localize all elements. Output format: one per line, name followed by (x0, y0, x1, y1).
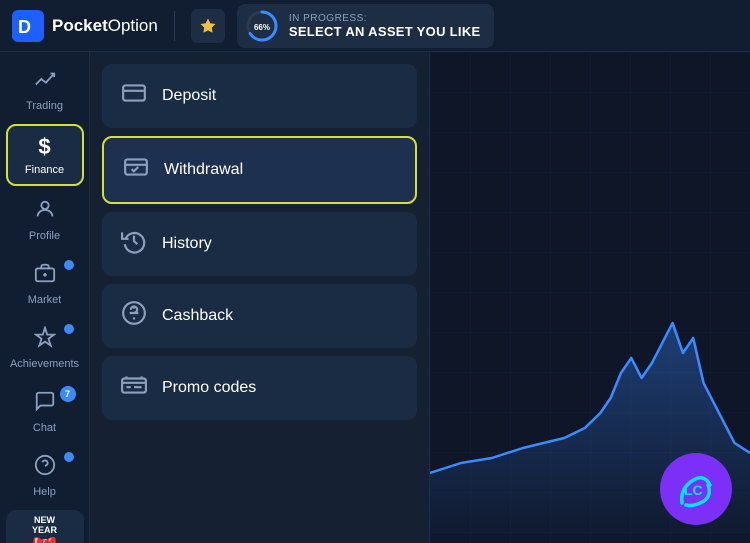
topbar-divider (174, 11, 175, 41)
chat-badge: 7 (60, 386, 76, 402)
submenu-item-promo-codes-label: Promo codes (162, 379, 256, 397)
submenu-item-promo-codes[interactable]: Promo codes (102, 356, 417, 420)
svg-text:LC: LC (684, 482, 703, 498)
market-icon (34, 262, 56, 290)
achievements-badge (64, 324, 74, 334)
lc-logo-icon: LC (672, 465, 720, 513)
new-year-button[interactable]: NEWYEAR 🎁 (6, 510, 84, 543)
sidebar-item-achievements-label: Achievements (10, 358, 79, 370)
submenu-item-withdrawal-label: Withdrawal (164, 161, 243, 179)
lc-logo: LC (660, 453, 732, 525)
market-badge (64, 260, 74, 270)
submenu-item-deposit[interactable]: Deposit (102, 64, 417, 128)
star-icon (199, 17, 217, 35)
profile-icon (34, 198, 56, 226)
chat-icon (34, 390, 56, 418)
logo: D PocketOption (12, 10, 158, 42)
history-icon (120, 228, 148, 260)
submenu-item-withdrawal[interactable]: Withdrawal (102, 136, 417, 204)
sidebar-item-chat-label: Chat (33, 422, 56, 434)
progress-cta: SELECT AN ASSET YOU LIKE (289, 24, 481, 39)
progress-label: In progress: (289, 13, 481, 24)
submenu-item-cashback-label: Cashback (162, 307, 233, 325)
sidebar-item-achievements[interactable]: Achievements (6, 318, 84, 378)
gift-icon: 🎁 (27, 536, 62, 543)
sidebar-item-profile-label: Profile (29, 230, 60, 242)
promo-codes-icon (120, 372, 148, 404)
sidebar-item-profile[interactable]: Profile (6, 190, 84, 250)
sidebar: Trading $ Finance Profile (0, 52, 90, 543)
body: Trading $ Finance Profile (0, 52, 750, 543)
topbar: D PocketOption 66% In progress: SELECT A… (0, 0, 750, 52)
svg-text:D: D (18, 17, 31, 37)
sidebar-item-finance-label: Finance (25, 164, 64, 176)
finance-submenu: Deposit Withdrawal History (90, 52, 430, 543)
pocket-option-logo-icon: D (12, 10, 44, 42)
help-icon (34, 454, 56, 482)
submenu-item-deposit-label: Deposit (162, 87, 216, 105)
sidebar-item-trading[interactable]: Trading (6, 60, 84, 120)
sidebar-item-finance[interactable]: $ Finance (6, 124, 84, 186)
submenu-item-history-label: History (162, 235, 212, 253)
progress-pill[interactable]: 66% In progress: SELECT AN ASSET YOU LIK… (237, 4, 495, 48)
progress-circle: 66% (245, 9, 279, 43)
progress-info: In progress: SELECT AN ASSET YOU LIKE (289, 13, 481, 39)
sidebar-item-trading-label: Trading (26, 100, 63, 112)
trading-icon (34, 68, 56, 96)
deposit-icon (120, 80, 148, 112)
chart-area: LC (430, 52, 750, 543)
submenu-item-cashback[interactable]: Cashback (102, 284, 417, 348)
sidebar-item-market-label: Market (28, 294, 62, 306)
svg-text:66%: 66% (254, 23, 270, 32)
sidebar-item-help[interactable]: Help (6, 446, 84, 506)
new-year-label: NEWYEAR (32, 516, 57, 536)
sidebar-item-market[interactable]: Market (6, 254, 84, 314)
help-badge (64, 452, 74, 462)
cashback-icon (120, 300, 148, 332)
logo-text: PocketOption (52, 16, 158, 36)
sidebar-item-chat[interactable]: 7 Chat (6, 382, 84, 442)
finance-icon: $ (38, 134, 50, 160)
sidebar-item-help-label: Help (33, 486, 56, 498)
favorites-button[interactable] (191, 9, 225, 43)
achievements-icon (34, 326, 56, 354)
withdrawal-icon (122, 154, 150, 186)
submenu-item-history[interactable]: History (102, 212, 417, 276)
